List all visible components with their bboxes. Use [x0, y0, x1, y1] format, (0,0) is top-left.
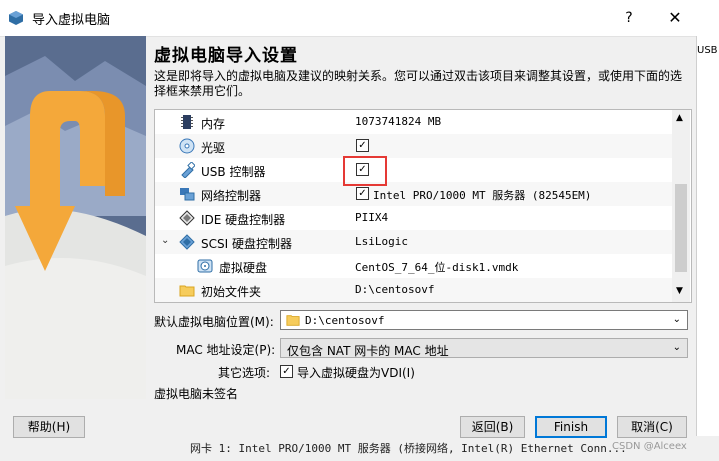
wizard-banner-image: [5, 36, 146, 399]
usb-checkbox-highlight: [343, 156, 387, 186]
finish-button[interactable]: Finish: [535, 416, 607, 438]
other-options-label: 其它选项:: [218, 366, 271, 380]
tree-row-label: 虚拟硬盘: [219, 261, 268, 275]
import-vdi-checkbox[interactable]: ✓: [280, 365, 293, 378]
default-location-value: D:\centosovf: [305, 314, 385, 327]
page-title: 虚拟电脑导入设置: [154, 46, 298, 66]
ide-controller-icon: [179, 210, 195, 226]
memory-icon: [181, 115, 193, 129]
optical-drive-icon: [179, 138, 195, 154]
default-location-label: 默认虚拟电脑位置(M):: [154, 315, 274, 329]
tree-row-value: LsiLogic: [355, 235, 408, 248]
tree-row-virtual-disk[interactable]: 虚拟硬盘 CentOS_7_64_位-disk1.vmdk: [155, 254, 672, 278]
cancel-button[interactable]: 取消(C): [617, 416, 687, 438]
scroll-down-icon[interactable]: ▼: [676, 286, 683, 296]
tree-row-value: CentOS_7_64_位-disk1.vmdk: [355, 261, 519, 274]
virtualbox-icon: [9, 11, 23, 25]
mac-policy-combo[interactable]: 仅包含 NAT 网卡的 MAC 地址 ⌄: [280, 338, 688, 358]
title-bar: 导入虚拟电脑 ? ✕: [0, 0, 719, 37]
network-controller-checkbox[interactable]: ✓: [356, 187, 369, 200]
tree-row-label: 初始文件夹: [201, 285, 262, 299]
close-button[interactable]: ✕: [660, 6, 690, 30]
chevron-down-icon[interactable]: ⌄: [161, 235, 169, 246]
scsi-controller-icon: [179, 234, 195, 250]
tree-row-label: 光驱: [201, 141, 226, 155]
background-window-edge: [696, 36, 719, 436]
tree-row-network-controller[interactable]: 网络控制器 ✓ Intel PRO/1000 MT 服务器 (82545EM): [155, 182, 672, 206]
back-button[interactable]: 返回(B): [460, 416, 525, 438]
help-button[interactable]: 帮助(H): [13, 416, 85, 438]
tree-scrollbar[interactable]: ▲ ▼: [672, 110, 690, 302]
tree-row-memory[interactable]: 内存 1073741824 MB: [155, 110, 672, 134]
tree-row-label: USB 控制器: [201, 165, 266, 179]
scroll-up-icon[interactable]: ▲: [676, 113, 683, 123]
window-title: 导入虚拟电脑: [32, 13, 111, 28]
help-title-button[interactable]: ?: [617, 6, 641, 30]
background-window-text: USB: [697, 45, 718, 56]
unsigned-note: 虚拟电脑未签名: [154, 387, 239, 401]
background-status-text: 网卡 1: Intel PRO/1000 MT 服务器 (桥接网络, Intel…: [190, 442, 627, 455]
page-description: 这是即将导入的虚拟电脑及建议的映射关系。您可以通过双击该项目来调整其设置，或使用…: [154, 69, 683, 98]
tree-row-ide-controller[interactable]: IDE 硬盘控制器 PIIX4: [155, 206, 672, 230]
tree-row-label: IDE 硬盘控制器: [201, 213, 286, 227]
default-location-combo[interactable]: D:\centosovf ⌄: [280, 310, 688, 330]
network-icon: [180, 188, 195, 201]
tree-row-label: 网络控制器: [201, 189, 262, 203]
optical-drive-checkbox[interactable]: ✓: [356, 139, 369, 152]
tree-row-label: 内存: [201, 117, 226, 131]
tree-row-scsi-controller[interactable]: ⌄ SCSI 硬盘控制器 LsiLogic: [155, 230, 672, 254]
chevron-down-icon[interactable]: ⌄: [673, 342, 681, 353]
appliance-settings-tree[interactable]: 内存 1073741824 MB 光驱 ✓ USB 控制器 ✓ 网络控制器 ✓ …: [154, 109, 692, 303]
usb-icon: [181, 162, 195, 178]
tree-row-optical-drive[interactable]: 光驱 ✓: [155, 134, 672, 158]
folder-icon: [179, 285, 195, 297]
mac-policy-value: 仅包含 NAT 网卡的 MAC 地址: [287, 344, 449, 358]
folder-icon: [286, 315, 300, 326]
scrollbar-thumb[interactable]: [675, 184, 687, 272]
tree-row-label: SCSI 硬盘控制器: [201, 237, 292, 251]
tree-row-value: PIIX4: [355, 211, 389, 224]
chevron-down-icon[interactable]: ⌄: [673, 314, 681, 325]
watermark: CSDN @Alceex: [612, 441, 687, 452]
mac-policy-label: MAC 地址设定(P):: [176, 343, 276, 357]
tree-row-value: D:\centosovf: [355, 283, 435, 296]
import-vdi-label[interactable]: 导入虚拟硬盘为VDI(I): [297, 364, 415, 381]
tree-row-usb-controller[interactable]: USB 控制器 ✓: [155, 158, 672, 182]
tree-row-value: 1073741824 MB: [355, 115, 442, 128]
tree-row-base-folder[interactable]: 初始文件夹 D:\centosovf: [155, 278, 672, 302]
virtual-disk-icon: [197, 259, 213, 273]
tree-row-value: Intel PRO/1000 MT 服务器 (82545EM): [373, 189, 592, 202]
